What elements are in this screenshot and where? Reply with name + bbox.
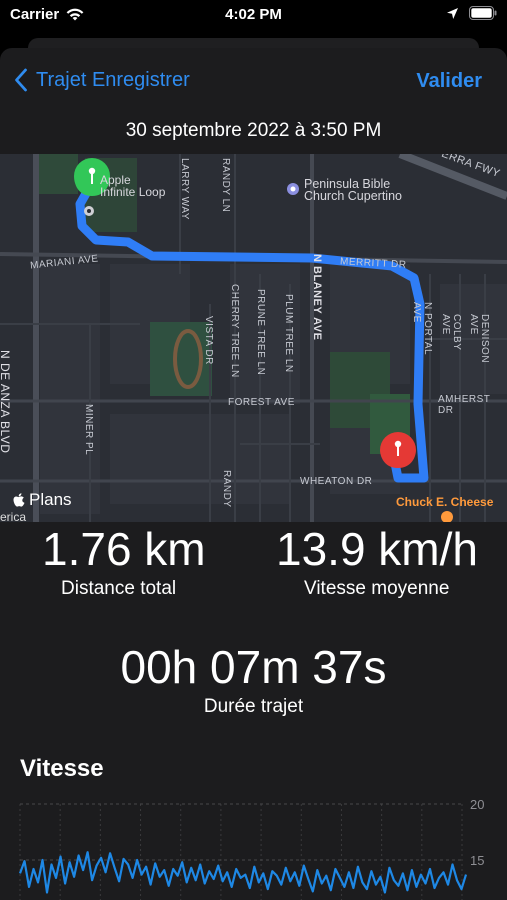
poi-church-line2: Church Cupertino bbox=[304, 189, 402, 203]
map-credit-label: Plans bbox=[29, 490, 72, 509]
street-label: N DE ANZA BLVD bbox=[0, 350, 12, 454]
street-label: VISTA DR bbox=[203, 316, 214, 365]
speed-label: Vitesse moyenne bbox=[304, 578, 450, 599]
route-map[interactable]: N DE ANZA BLVD MARIANI AVE LARRY WAY RAN… bbox=[0, 154, 507, 522]
street-label: WHEATON DR bbox=[300, 476, 373, 487]
street-label: N BLANEY AVE bbox=[311, 254, 323, 341]
street-label: LARRY WAY bbox=[179, 158, 190, 220]
poi-church: Peninsula Bible Church Cupertino bbox=[304, 178, 402, 203]
status-right bbox=[446, 6, 497, 20]
poi-restaurant: Chuck E. Cheese bbox=[396, 495, 494, 509]
trip-stats: 1.76 km Distance total 13.9 km/h Vitesse… bbox=[0, 522, 507, 762]
duration-label: Durée trajet bbox=[203, 696, 304, 717]
speed-value: 13.9 km/h bbox=[276, 523, 478, 575]
back-button[interactable]: Trajet Enregistrer bbox=[14, 68, 190, 92]
end-pin-icon bbox=[380, 432, 416, 468]
street-label: N PORTAL AVE bbox=[411, 302, 433, 355]
y-tick-label: 15 bbox=[470, 853, 484, 868]
validate-button[interactable]: Valider bbox=[416, 70, 482, 93]
speed-section-title: Vitesse bbox=[20, 755, 104, 782]
poi-apple-line2: Infinite Loop bbox=[100, 185, 166, 199]
speed-chart: 20 15 bbox=[0, 792, 507, 900]
poi-apple: Apple Infinite Loop bbox=[100, 174, 165, 198]
trip-sheet: Trajet Enregistrer Valider 30 septembre … bbox=[0, 48, 507, 900]
status-time: 4:02 PM bbox=[225, 6, 282, 23]
status-bar: Carrier 4:02 PM bbox=[0, 0, 507, 32]
street-label: DENISON AVE bbox=[468, 314, 490, 364]
street-label: PRUNE TREE LN bbox=[255, 289, 266, 376]
duration-value: 00h 07m 37s bbox=[120, 641, 387, 693]
speed-series-line bbox=[18, 851, 468, 894]
y-tick-label: 20 bbox=[470, 797, 484, 812]
map-edge-text: erica bbox=[0, 510, 27, 522]
map-credit: Plans bbox=[12, 490, 72, 510]
street-label: MINER PL bbox=[83, 404, 94, 456]
street-label: COLBY AVE bbox=[440, 314, 462, 351]
location-arrow-icon bbox=[447, 7, 458, 19]
street-label: RANDY LN bbox=[220, 158, 231, 213]
nav-bar: Trajet Enregistrer Valider bbox=[0, 48, 507, 120]
distance-value: 1.76 km bbox=[42, 523, 206, 575]
street-label: CHERRY TREE LN bbox=[229, 284, 240, 378]
chevron-left-icon bbox=[15, 68, 27, 92]
street-label: PLUM TREE LN bbox=[283, 294, 294, 373]
distance-label: Distance total bbox=[61, 578, 177, 599]
apple-logo-icon bbox=[13, 493, 25, 507]
back-button-label: Trajet Enregistrer bbox=[36, 68, 190, 91]
speed-chart-svg: 2015 bbox=[18, 797, 484, 900]
street-label: AMHERST DR bbox=[438, 394, 491, 416]
street-label: FOREST AVE bbox=[228, 397, 295, 408]
trip-date: 30 septembre 2022 à 3:50 PM bbox=[125, 120, 382, 141]
battery-icon bbox=[469, 6, 497, 20]
street-label: RANDY bbox=[221, 470, 232, 508]
